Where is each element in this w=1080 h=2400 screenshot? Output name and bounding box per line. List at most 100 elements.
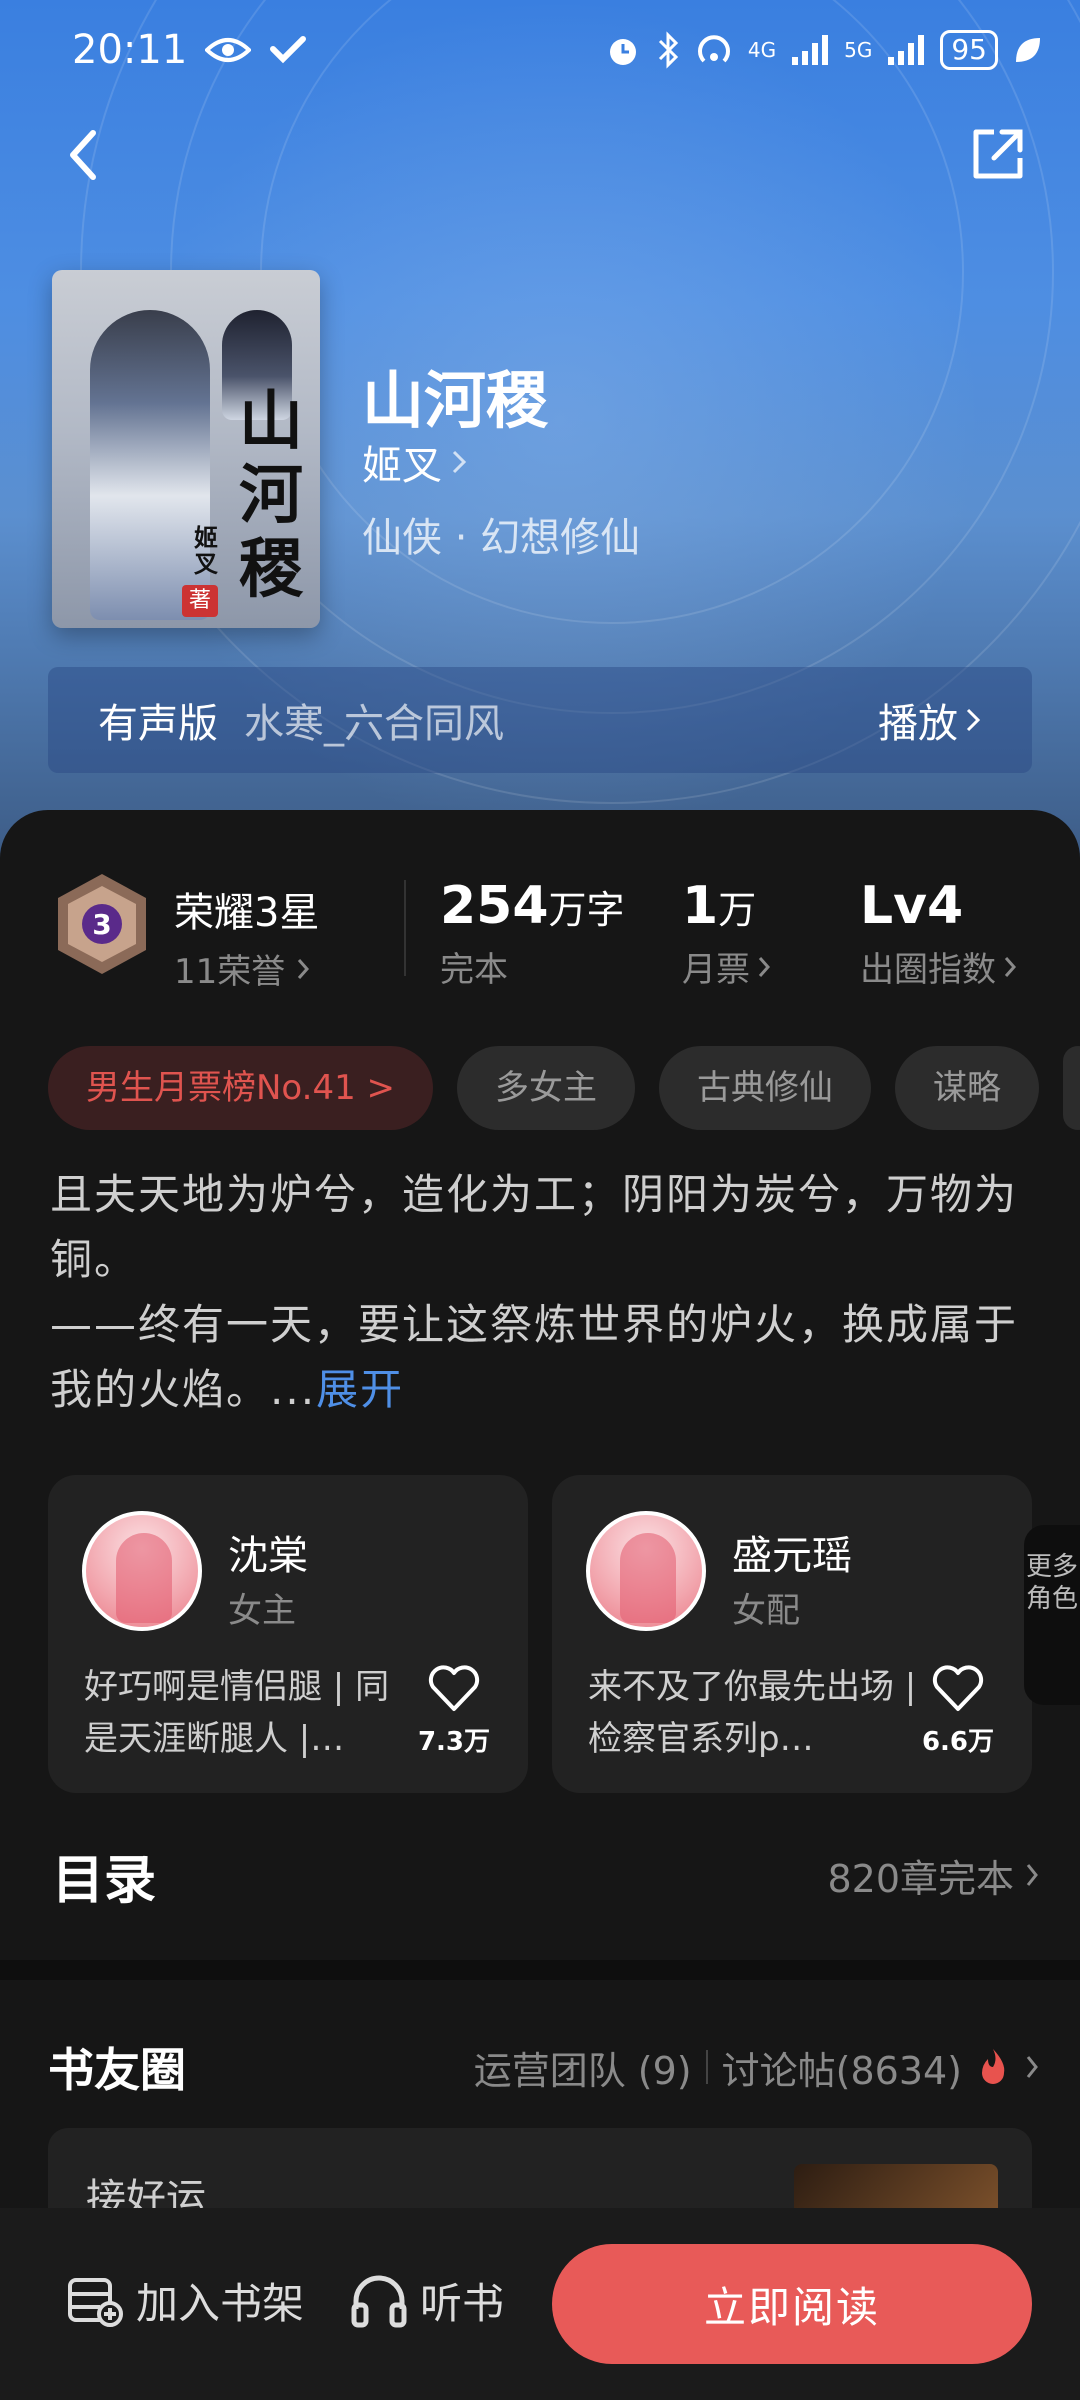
share-icon — [973, 129, 1023, 179]
add-to-shelf-label: 加入书架 — [136, 2279, 305, 2328]
cover-author: 姬叉 — [194, 524, 218, 578]
like-count: 7.3万 — [417, 1727, 491, 1757]
share-button[interactable] — [962, 120, 1032, 190]
word-count-value: 254 — [440, 876, 549, 936]
like-count: 6.6万 — [921, 1727, 995, 1757]
book-cover[interactable]: 山河稷 姬叉 著 — [52, 270, 320, 628]
audio-narrator: 水寒_六合同风 — [244, 701, 504, 747]
character-card[interactable]: 盛元瑶 女配 来不及了你最先出场 | 检察官系列p… 6.6万 — [552, 1475, 1032, 1793]
like-button[interactable]: 6.6万 — [918, 1665, 998, 1758]
audio-label: 有声版 — [98, 701, 218, 747]
add-to-shelf-button[interactable]: 加入书架 — [66, 2270, 304, 2331]
index-label: 出圈指数 — [860, 950, 996, 990]
alarm-icon — [609, 39, 636, 65]
ranking-tag[interactable]: 男生月票榜No.41 > — [48, 1046, 434, 1130]
chevron-right-icon — [966, 708, 981, 732]
chevron-left-icon — [70, 130, 96, 180]
character-name: 沈棠 — [228, 1533, 308, 1579]
discussion-link[interactable]: 讨论帖(8634) — [722, 2040, 962, 2095]
bottom-action-bar: 加入书架 听书 立即阅读 — [0, 2208, 1080, 2400]
votes-unit: 万 — [718, 888, 757, 932]
listen-label: 听书 — [420, 2279, 505, 2328]
book-hero: 20:11 4G 5G 95 山河稷 姬叉 著 山河稷 姬叉 仙侠 · 幻想修仙… — [0, 0, 1080, 860]
chevron-right-icon — [1004, 956, 1017, 977]
chevron-right-icon — [452, 450, 467, 474]
character-role: 女配 — [732, 1591, 800, 1631]
bluetooth-icon — [658, 31, 679, 69]
stats-row: 3 荣耀3星 11荣誉 254万字 完本 1万 月票 Lv4 出圈指数 — [52, 870, 1040, 992]
tag-chip[interactable] — [1063, 1046, 1080, 1130]
play-button[interactable]: 播放 — [878, 691, 982, 749]
status-bar: 20:11 4G 5G 95 — [72, 20, 1044, 80]
word-count-stat: 254万字 完本 — [440, 876, 625, 991]
network-type-1: 4G — [747, 38, 777, 62]
divider — [404, 880, 406, 976]
character-card[interactable]: 沈棠 女主 好巧啊是情侣腿 | 同是天涯断腿人 |… 7.3万 — [48, 1475, 528, 1793]
book-genre: 仙侠 · 幻想修仙 — [362, 515, 641, 561]
like-button[interactable]: 7.3万 — [414, 1665, 494, 1758]
votes-value: 1 — [682, 876, 719, 936]
listen-button[interactable]: 听书 — [350, 2270, 504, 2331]
book-title: 山河稷 — [362, 364, 549, 437]
headphones-icon — [351, 2275, 407, 2327]
tag-list: 男生月票榜No.41 > 多女主 古典修仙 谋略 — [48, 1046, 1080, 1130]
leaf-icon — [1016, 38, 1040, 62]
cover-title: 山河稷 — [239, 384, 303, 607]
book-circle-header: 书友圈 运营团队 (9) 讨论帖(8634) — [48, 2032, 1040, 2102]
completion-status: 完本 — [440, 950, 508, 990]
signal-icon — [888, 35, 925, 65]
audio-edition-bar[interactable]: 有声版 水寒_六合同风 播放 — [48, 667, 1032, 773]
author-link[interactable]: 姬叉 — [362, 433, 468, 491]
battery-icon: 95 — [940, 30, 998, 70]
eye-icon — [205, 38, 252, 62]
synopsis-line: ——终有一天，要让这祭炼世界的炉火，换成属于我的火焰。 — [50, 1300, 1019, 1414]
section-divider — [0, 1960, 1080, 1980]
honor-sub: 11荣誉 — [174, 952, 286, 992]
character-name: 盛元瑶 — [732, 1533, 852, 1579]
hotspot-icon — [697, 35, 730, 63]
divider — [705, 2050, 708, 2084]
honor-stat[interactable]: 荣耀3星 11荣誉 — [174, 880, 319, 993]
chevron-right-icon — [758, 956, 771, 977]
book-circle-title: 书友圈 — [48, 2043, 186, 2097]
character-desc: 好巧啊是情侣腿 | 同是天涯断腿人 |… — [84, 1667, 390, 1759]
tag-chip[interactable]: 多女主 — [457, 1046, 636, 1130]
more-roles-button[interactable]: 更多角色 — [1024, 1525, 1080, 1705]
catalog-info: 820章完本 — [827, 1856, 1014, 1901]
character-avatar — [586, 1511, 706, 1631]
cover-figure — [90, 310, 210, 620]
catalog-title: 目录 — [52, 1850, 157, 1911]
chevron-right-icon — [298, 958, 310, 979]
expand-link[interactable]: 展开 — [316, 1365, 404, 1414]
character-carousel: 沈棠 女主 好巧啊是情侣腿 | 同是天涯断腿人 |… 7.3万 盛元瑶 女配 来… — [48, 1475, 1080, 1793]
index-value: Lv4 — [860, 876, 964, 936]
heart-icon — [428, 1665, 480, 1711]
character-avatar — [82, 1511, 202, 1631]
ops-team-link[interactable]: 运营团队 (9) — [474, 2040, 692, 2095]
honor-badge-level: 3 — [92, 908, 112, 941]
synopsis[interactable]: 且夫天地为炉兮，造化为工；阴阳为炭兮，万物为铜。 ——终有一天，要让这祭炼世界的… — [50, 1162, 1040, 1422]
character-role: 女主 — [228, 1591, 296, 1631]
chevron-right-icon — [1026, 1864, 1038, 1886]
synopsis-line: 且夫天地为炉兮，造化为工；阴阳为炭兮，万物为铜。 — [50, 1170, 1019, 1284]
popularity-index-stat[interactable]: Lv4 出圈指数 — [860, 876, 1018, 991]
character-desc: 来不及了你最先出场 | 检察官系列p… — [588, 1667, 917, 1759]
read-now-button[interactable]: 立即阅读 — [552, 2244, 1032, 2364]
honor-title: 荣耀3星 — [174, 890, 320, 936]
tag-chip[interactable]: 古典修仙 — [659, 1046, 872, 1130]
flame-icon — [982, 2049, 1005, 2084]
heartbeat-icon — [270, 36, 307, 64]
catalog-row[interactable]: 目录 820章完本 — [52, 1840, 1040, 1911]
synopsis-ellipsis: ... — [270, 1365, 317, 1414]
signal-icon — [792, 35, 829, 65]
clock: 20:11 — [72, 27, 188, 73]
votes-label: 月票 — [682, 950, 750, 990]
monthly-votes-stat[interactable]: 1万 月票 — [682, 876, 772, 991]
author-name: 姬叉 — [362, 443, 442, 489]
network-type-2: 5G — [844, 38, 873, 62]
tag-chip[interactable]: 谋略 — [895, 1046, 1040, 1130]
chevron-right-icon — [1026, 2056, 1038, 2078]
word-count-unit: 万字 — [548, 888, 625, 932]
book-detail-panel: 3 荣耀3星 11荣誉 254万字 完本 1万 月票 Lv4 出圈指数 男生月票… — [0, 810, 1080, 2248]
back-button[interactable] — [48, 120, 118, 190]
